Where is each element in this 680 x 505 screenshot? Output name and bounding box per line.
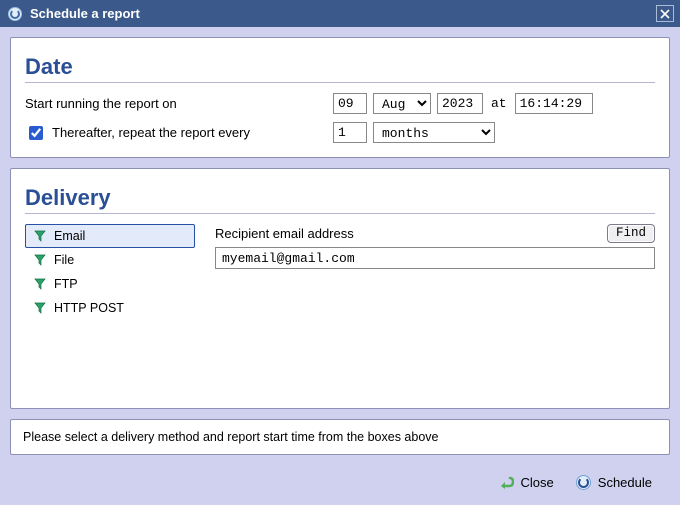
delivery-method-label: File xyxy=(54,253,74,267)
funnel-icon xyxy=(34,278,46,290)
close-button[interactable]: Close xyxy=(498,475,554,490)
repeat-row: Thereafter, repeat the report every mont… xyxy=(25,122,655,143)
delivery-method-label: Email xyxy=(54,229,85,243)
recipient-email-input[interactable] xyxy=(215,247,655,269)
schedule-icon xyxy=(576,475,591,490)
delivery-method-label: HTTP POST xyxy=(54,301,124,315)
window-title: Schedule a report xyxy=(30,6,656,21)
funnel-icon xyxy=(34,230,46,242)
action-bar: Close Schedule xyxy=(10,465,670,495)
repeat-label: Thereafter, repeat the report every xyxy=(52,125,250,140)
dialog-body: Date Start running the report on Aug at … xyxy=(0,27,680,505)
delivery-body: Email File FTP xyxy=(25,224,655,320)
delivery-method-file[interactable]: File xyxy=(25,248,195,272)
schedule-button[interactable]: Schedule xyxy=(576,475,652,490)
delivery-method-ftp[interactable]: FTP xyxy=(25,272,195,296)
day-input[interactable] xyxy=(333,93,367,114)
hint-panel: Please select a delivery method and repo… xyxy=(10,419,670,455)
funnel-icon xyxy=(34,254,46,266)
return-icon xyxy=(498,475,514,489)
date-heading: Date xyxy=(25,54,655,83)
at-text: at xyxy=(489,96,509,111)
date-panel: Date Start running the report on Aug at … xyxy=(10,37,670,158)
find-button[interactable]: Find xyxy=(607,224,655,243)
funnel-icon xyxy=(34,302,46,314)
start-date-controls: Aug at xyxy=(333,93,593,114)
delivery-method-email[interactable]: Email xyxy=(25,224,195,248)
recipient-label: Recipient email address xyxy=(215,226,354,241)
repeat-checkbox[interactable] xyxy=(29,126,43,140)
delivery-right-pane: Recipient email address Find xyxy=(215,224,655,320)
year-input[interactable] xyxy=(437,93,483,114)
recipient-header: Recipient email address Find xyxy=(215,224,655,243)
app-icon xyxy=(8,7,22,21)
hint-text: Please select a delivery method and repo… xyxy=(23,430,439,444)
delivery-method-httppost[interactable]: HTTP POST xyxy=(25,296,195,320)
schedule-button-label: Schedule xyxy=(598,475,652,490)
schedule-report-dialog: Schedule a report Date Start running the… xyxy=(0,0,680,505)
delivery-panel: Delivery Email File xyxy=(10,168,670,409)
time-input[interactable] xyxy=(515,93,593,114)
repeat-count-input[interactable] xyxy=(333,122,367,143)
repeat-controls: months xyxy=(333,122,495,143)
month-select[interactable]: Aug xyxy=(373,93,431,114)
repeat-unit-select[interactable]: months xyxy=(373,122,495,143)
start-date-label: Start running the report on xyxy=(25,96,325,111)
repeat-label-wrap[interactable]: Thereafter, repeat the report every xyxy=(25,123,325,143)
close-button-label: Close xyxy=(521,475,554,490)
delivery-method-list: Email File FTP xyxy=(25,224,195,320)
delivery-heading: Delivery xyxy=(25,185,655,214)
delivery-method-label: FTP xyxy=(54,277,78,291)
close-icon[interactable] xyxy=(656,5,674,22)
start-date-row: Start running the report on Aug at xyxy=(25,93,655,114)
titlebar: Schedule a report xyxy=(0,0,680,27)
